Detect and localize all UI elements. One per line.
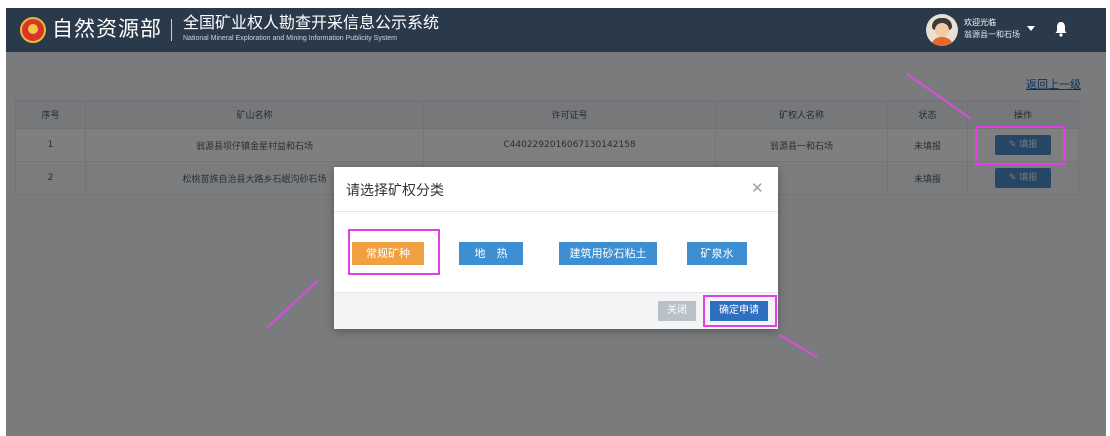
dialog-divider [334, 211, 778, 212]
user-welcome-text: 欢迎光临 [964, 18, 996, 27]
option-geothermal[interactable]: 地 热 [459, 242, 523, 265]
highlight-fill-button [975, 126, 1065, 165]
national-emblem-icon [20, 17, 46, 43]
user-org-name[interactable]: 翁源县一和石场 [964, 29, 1020, 40]
app-frame: 自然资源部 全国矿业权人勘查开采信息公示系统 National Mineral … [6, 8, 1106, 436]
option-construction-sand-clay[interactable]: 建筑用砂石粘土 [559, 242, 657, 265]
dialog-title: 请选择矿权分类 [346, 183, 444, 199]
ministry-name: 自然资源部 [52, 17, 162, 41]
user-avatar-icon[interactable] [926, 14, 958, 46]
close-icon[interactable]: ✕ [751, 179, 764, 197]
option-mineral-water[interactable]: 矿泉水 [687, 242, 747, 265]
system-title: 全国矿业权人勘查开采信息公示系统 [183, 13, 440, 32]
top-header: 自然资源部 全国矿业权人勘查开采信息公示系统 National Mineral … [6, 8, 1106, 52]
dropdown-caret-icon[interactable] [1027, 26, 1035, 31]
highlight-confirm-button [703, 295, 777, 327]
highlight-regular-option [348, 229, 440, 275]
close-button[interactable]: 关闭 [658, 301, 696, 321]
bell-icon[interactable] [1054, 21, 1068, 37]
header-divider [171, 19, 172, 41]
system-subtitle: National Mineral Exploration and Mining … [183, 35, 397, 42]
